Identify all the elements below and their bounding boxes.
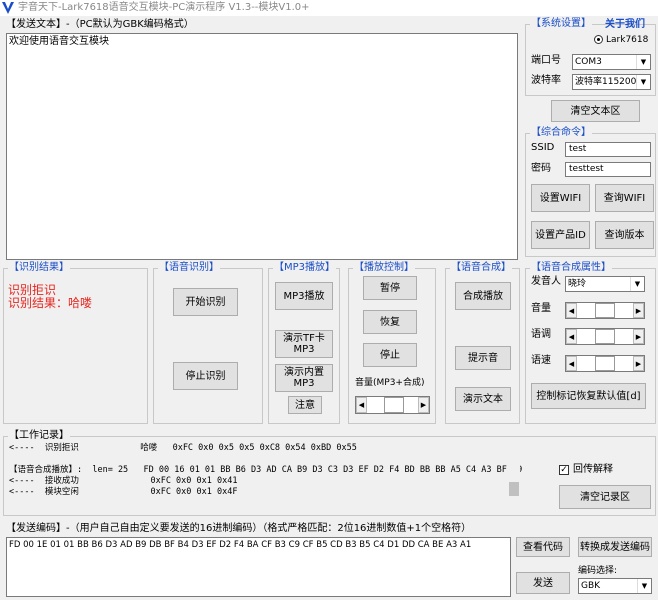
- composite-commands-title: 【综合命令】: [530, 127, 592, 139]
- log-line: <---- 接收成功 0xFC 0x0 0x1 0x41: [9, 476, 238, 486]
- send-encoding-area[interactable]: FD 00 1E 01 01 BB B6 D3 AD B9 DB BF B4 D…: [6, 537, 511, 597]
- speaker-select[interactable]: 晓玲 ▼: [565, 276, 645, 292]
- slider-thumb[interactable]: [595, 329, 615, 344]
- set-wifi-button[interactable]: 设置WIFI: [531, 184, 590, 212]
- work-log-area[interactable]: <---- 识别拒识 哈喽 0xFC 0x0 0x5 0x5 0xC8 0x54…: [5, 441, 523, 513]
- arrow-right-icon[interactable]: ▶: [633, 303, 644, 318]
- app-icon: [2, 2, 14, 14]
- restore-defaults-button[interactable]: 控制标记恢复默认值[d]: [531, 383, 646, 409]
- ssid-input[interactable]: test: [565, 142, 651, 157]
- radio-label: Lark7618: [606, 35, 649, 45]
- password-value: testtest: [569, 164, 604, 174]
- arrow-right-icon[interactable]: ▶: [418, 397, 429, 413]
- demo-tf-mp3-button[interactable]: 演示TF卡 MP3: [275, 330, 333, 358]
- volume-mp3-slider[interactable]: ◀ ▶: [355, 396, 430, 414]
- chevron-down-icon: ▼: [637, 579, 651, 593]
- synth-volume-label: 音量: [531, 303, 551, 314]
- baud-value: 波特率115200: [575, 77, 637, 87]
- mp3-playback-title: 【MP3播放】: [273, 262, 337, 274]
- stop-button[interactable]: 停止: [363, 343, 417, 367]
- baud-label: 波特率: [531, 75, 561, 86]
- speed-label: 语速: [531, 355, 551, 366]
- view-code-button[interactable]: 查看代码: [516, 537, 570, 557]
- log-scrollbar[interactable]: [508, 441, 520, 513]
- system-settings-title: 【系统设置】: [530, 18, 592, 30]
- resume-button[interactable]: 恢复: [363, 310, 417, 334]
- send-encoding-title: 【发送编码】-（用户自己自由定义要发送的16进制编码）（格式严格匹配：2位16进…: [5, 523, 473, 535]
- start-recognition-button[interactable]: 开始识别: [173, 288, 238, 316]
- prompt-tone-button[interactable]: 提示音: [455, 346, 511, 370]
- set-product-id-button[interactable]: 设置产品ID: [531, 221, 590, 249]
- send-text-area[interactable]: 欢迎使用语音交互模块: [6, 33, 518, 260]
- arrow-right-icon[interactable]: ▶: [633, 356, 644, 371]
- send-button[interactable]: 发送: [516, 572, 570, 594]
- stop-recognition-button[interactable]: 停止识别: [173, 362, 238, 390]
- pitch-label: 语调: [531, 329, 551, 340]
- arrow-left-icon[interactable]: ◀: [566, 356, 577, 371]
- slider-thumb[interactable]: [595, 356, 615, 371]
- recognition-result-title: 【识别结果】: [8, 262, 70, 274]
- arrow-left-icon[interactable]: ◀: [566, 329, 577, 344]
- window-title: 宇音天下-Lark7618语音交互模块-PC演示程序 V1.3--模块V1.0+: [18, 2, 310, 13]
- chevron-down-icon: ▼: [636, 55, 650, 69]
- port-value: COM3: [575, 57, 602, 67]
- speaker-label: 发音人: [531, 276, 561, 287]
- encode-send-button[interactable]: 转换成发送编码: [578, 537, 652, 557]
- note-button[interactable]: 注意: [288, 396, 322, 414]
- chevron-down-icon: ▼: [636, 75, 650, 89]
- play-control-title: 【播放控制】: [353, 262, 415, 274]
- about-us-link[interactable]: 关于我们: [605, 19, 645, 31]
- ssid-value: test: [569, 144, 587, 154]
- encoding-value: GBK: [581, 581, 601, 591]
- echo-checkbox[interactable]: ✓: [559, 465, 569, 475]
- echo-label: 回传解释: [573, 464, 613, 475]
- speech-recognition-title: 【语音识别】: [158, 262, 220, 274]
- speech-synthesis-title: 【语音合成】: [450, 262, 512, 274]
- arrow-left-icon[interactable]: ◀: [356, 397, 367, 413]
- ssid-label: SSID: [531, 142, 555, 153]
- arrow-left-icon[interactable]: ◀: [566, 303, 577, 318]
- log-line: 【语音合成播放】: len= 25 FD 00 16 01 01 BB B6 D…: [9, 465, 523, 475]
- encoding-label: 编码选择:: [578, 566, 618, 576]
- demo-text-button[interactable]: 演示文本: [455, 387, 511, 411]
- port-select[interactable]: COM3 ▼: [572, 54, 651, 70]
- encoding-select[interactable]: GBK ▼: [578, 578, 652, 594]
- send-text-content: 欢迎使用语音交互模块: [9, 36, 109, 47]
- arrow-right-icon[interactable]: ▶: [633, 329, 644, 344]
- mp3-play-button[interactable]: MP3播放: [275, 282, 333, 310]
- log-line: <---- 模块空闲 0xFC 0x0 0x1 0x4F: [9, 487, 238, 497]
- radio-dot: [597, 38, 600, 41]
- synth-play-button[interactable]: 合成播放: [455, 282, 511, 310]
- lark-radio[interactable]: [594, 35, 603, 44]
- slider-thumb[interactable]: [383, 397, 404, 413]
- clear-text-button[interactable]: 清空文本区: [551, 100, 640, 122]
- title-bar: 宇音天下-Lark7618语音交互模块-PC演示程序 V1.3--模块V1.0+: [0, 0, 658, 16]
- query-wifi-button[interactable]: 查询WIFI: [595, 184, 654, 212]
- send-text-title: 【发送文本】-（PC默认为GBK编码格式）: [5, 19, 195, 31]
- clear-log-button[interactable]: 清空记录区: [559, 485, 651, 509]
- synth-volume-slider[interactable]: ◀ ▶: [565, 302, 645, 319]
- slider-thumb[interactable]: [595, 303, 615, 318]
- baud-select[interactable]: 波特率115200 ▼: [572, 74, 651, 90]
- synthesis-props-title: 【语音合成属性】: [530, 262, 612, 274]
- scroll-thumb[interactable]: [509, 482, 519, 496]
- password-input[interactable]: testtest: [565, 162, 651, 177]
- log-line: <---- 识别拒识 哈喽 0xFC 0x0 0x5 0x5 0xC8 0x54…: [9, 443, 357, 453]
- volume-mp3-label: 音量(MP3+合成): [355, 378, 425, 388]
- chevron-down-icon: ▼: [630, 277, 644, 291]
- demo-builtin-mp3-button[interactable]: 演示内置 MP3: [275, 364, 333, 392]
- send-encoding-content: FD 00 1E 01 01 BB B6 D3 AD B9 DB BF B4 D…: [9, 540, 472, 550]
- recognition-line-1: 识别拒识: [8, 283, 57, 297]
- pitch-slider[interactable]: ◀ ▶: [565, 328, 645, 345]
- speaker-value: 晓玲: [568, 279, 587, 289]
- pause-button[interactable]: 暂停: [363, 276, 417, 300]
- recognition-line-2: 识别结果：哈喽: [8, 296, 93, 310]
- query-version-button[interactable]: 查询版本: [595, 221, 654, 249]
- password-label: 密码: [531, 163, 551, 174]
- speed-slider[interactable]: ◀ ▶: [565, 355, 645, 372]
- port-label: 端口号: [531, 55, 561, 66]
